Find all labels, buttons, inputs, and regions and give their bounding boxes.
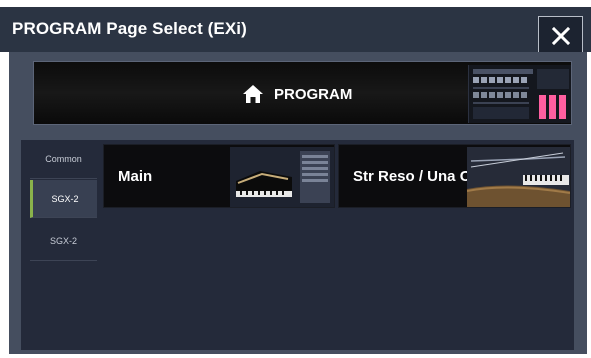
sidebar-item-sgx2[interactable]: SGX-2: [30, 222, 97, 261]
window-title: PROGRAM Page Select (EXi): [12, 19, 247, 38]
sidebar-item-label: SGX-2: [49, 236, 77, 246]
program-button-content: PROGRAM: [242, 77, 352, 111]
sidebar-item-common[interactable]: Common: [30, 140, 97, 179]
sidebar-item-label: Common: [45, 154, 82, 164]
main-page-thumbnail: [230, 147, 334, 207]
page-button-str-reso-una-corda[interactable]: Str Reso / Una Corda: [338, 144, 571, 208]
program-button-label: PROGRAM: [274, 85, 353, 103]
str-reso-page-thumbnail: [466, 147, 570, 207]
close-icon: [551, 26, 570, 45]
close-button[interactable]: [538, 16, 583, 55]
page-button-label: Main: [118, 168, 153, 185]
sidebar-item-sgx2-active[interactable]: SGX-2: [30, 180, 97, 218]
page-button-main[interactable]: Main: [103, 144, 335, 208]
program-screen-thumbnail: [468, 65, 571, 123]
program-home-button[interactable]: PROGRAM: [33, 61, 572, 125]
home-icon: [243, 85, 263, 103]
sidebar-item-label: SGX-2: [51, 193, 79, 204]
title-bar: PROGRAM Page Select (EXi): [0, 7, 591, 55]
